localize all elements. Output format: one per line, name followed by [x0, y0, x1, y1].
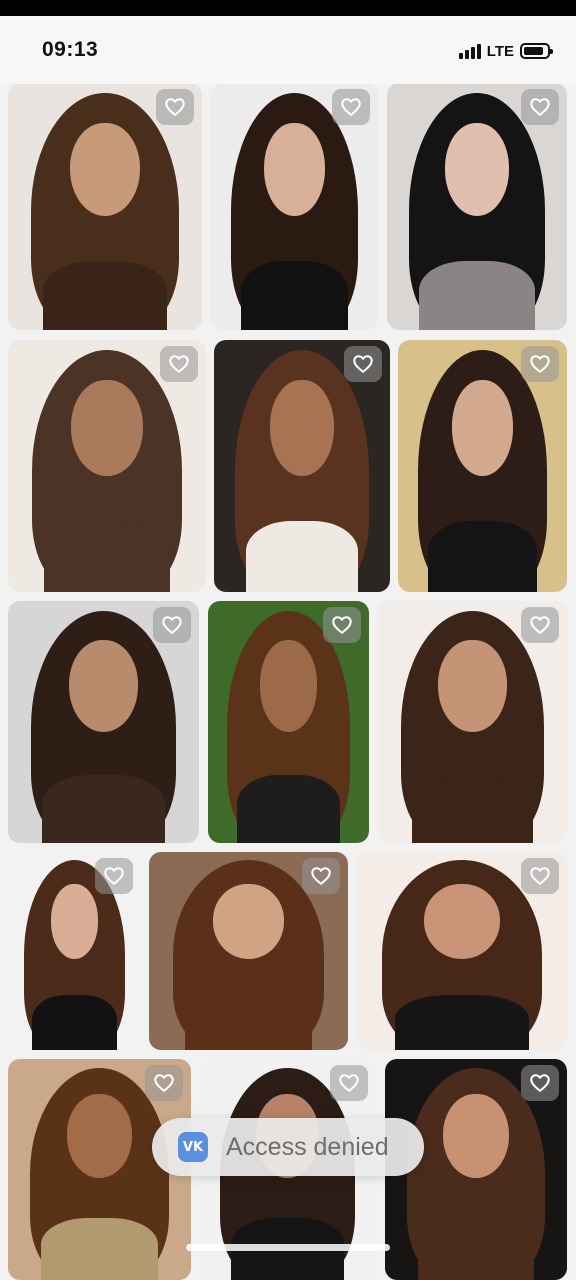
toast-message: Access denied: [226, 1132, 389, 1161]
favorite-button[interactable]: [521, 607, 559, 643]
face-shape: [264, 122, 325, 217]
heart-outline-icon: [340, 96, 362, 118]
status-time: 09:13: [42, 38, 99, 61]
favorite-button[interactable]: [521, 89, 559, 125]
heart-outline-icon: [331, 614, 353, 636]
heart-outline-icon: [529, 96, 551, 118]
shoulders-shape: [428, 521, 537, 592]
favorite-button[interactable]: [330, 1065, 368, 1101]
favorite-button[interactable]: [521, 858, 559, 894]
heart-outline-icon: [529, 865, 551, 887]
shoulders-shape: [236, 775, 340, 843]
favorite-button[interactable]: [145, 1065, 183, 1101]
home-indicator[interactable]: [186, 1244, 390, 1251]
face-shape: [50, 883, 99, 959]
face-shape: [66, 1094, 133, 1179]
shoulders-shape: [419, 260, 535, 330]
favorite-button[interactable]: [95, 858, 133, 894]
heart-outline-icon: [310, 865, 332, 887]
favorite-button[interactable]: [323, 607, 361, 643]
shoulders-shape: [31, 994, 118, 1050]
face-shape: [424, 883, 500, 959]
shoulders-shape: [417, 1218, 535, 1280]
status-bar: 09:13 LTE: [0, 16, 576, 84]
face-shape: [70, 122, 140, 217]
shoulders-shape: [42, 775, 165, 843]
image-tile[interactable]: [378, 601, 567, 843]
favorite-button[interactable]: [302, 858, 340, 894]
favorite-button[interactable]: [153, 607, 191, 643]
image-tile[interactable]: [357, 852, 567, 1050]
image-tile[interactable]: [214, 340, 390, 592]
face-shape: [270, 380, 334, 477]
face-shape: [444, 122, 510, 217]
favorite-button[interactable]: [521, 346, 559, 382]
image-tile[interactable]: [8, 601, 199, 843]
network-type: LTE: [486, 42, 514, 60]
face-shape: [71, 380, 143, 477]
favorite-button[interactable]: [521, 1065, 559, 1101]
heart-outline-icon: [338, 1072, 360, 1094]
vk-logo-icon: VK: [178, 1132, 208, 1162]
heart-outline-icon: [352, 353, 374, 375]
shoulders-shape: [412, 775, 533, 843]
heart-outline-icon: [103, 865, 125, 887]
face-shape: [438, 639, 507, 732]
heart-outline-icon: [529, 1072, 551, 1094]
favorite-button[interactable]: [160, 346, 198, 382]
face-shape: [69, 639, 138, 732]
face-shape: [452, 380, 513, 477]
image-tile[interactable]: [8, 83, 202, 330]
image-tile[interactable]: [208, 601, 369, 843]
heart-outline-icon: [529, 353, 551, 375]
image-tile[interactable]: [387, 83, 567, 330]
favorite-button[interactable]: [344, 346, 382, 382]
heart-outline-icon: [529, 614, 551, 636]
heart-outline-icon: [168, 353, 190, 375]
shoulders-shape: [241, 260, 348, 330]
image-tile[interactable]: [149, 852, 348, 1050]
image-tile[interactable]: [211, 83, 378, 330]
shoulders-shape: [394, 994, 530, 1050]
battery-icon: [520, 43, 553, 59]
face-shape: [443, 1094, 509, 1179]
image-tile[interactable]: [8, 852, 141, 1050]
shoulders-shape: [43, 521, 171, 592]
heart-outline-icon: [164, 96, 186, 118]
favorite-button[interactable]: [156, 89, 194, 125]
shoulders-shape: [245, 521, 359, 592]
face-shape: [259, 639, 318, 732]
image-tile[interactable]: [8, 340, 206, 592]
screen: 09:13 LTE VK Access denied: [0, 16, 576, 1280]
image-grid: [0, 16, 576, 1280]
status-icons: LTE: [458, 41, 553, 61]
heart-outline-icon: [161, 614, 183, 636]
face-shape: [212, 883, 285, 959]
shoulders-shape: [184, 994, 313, 1050]
shoulders-shape: [40, 1218, 159, 1280]
favorite-button[interactable]: [332, 89, 370, 125]
signal-icon: [458, 43, 481, 59]
image-tile[interactable]: [398, 340, 567, 592]
toast-notification: VK Access denied: [152, 1118, 424, 1176]
heart-outline-icon: [153, 1072, 175, 1094]
shoulders-shape: [42, 260, 168, 330]
